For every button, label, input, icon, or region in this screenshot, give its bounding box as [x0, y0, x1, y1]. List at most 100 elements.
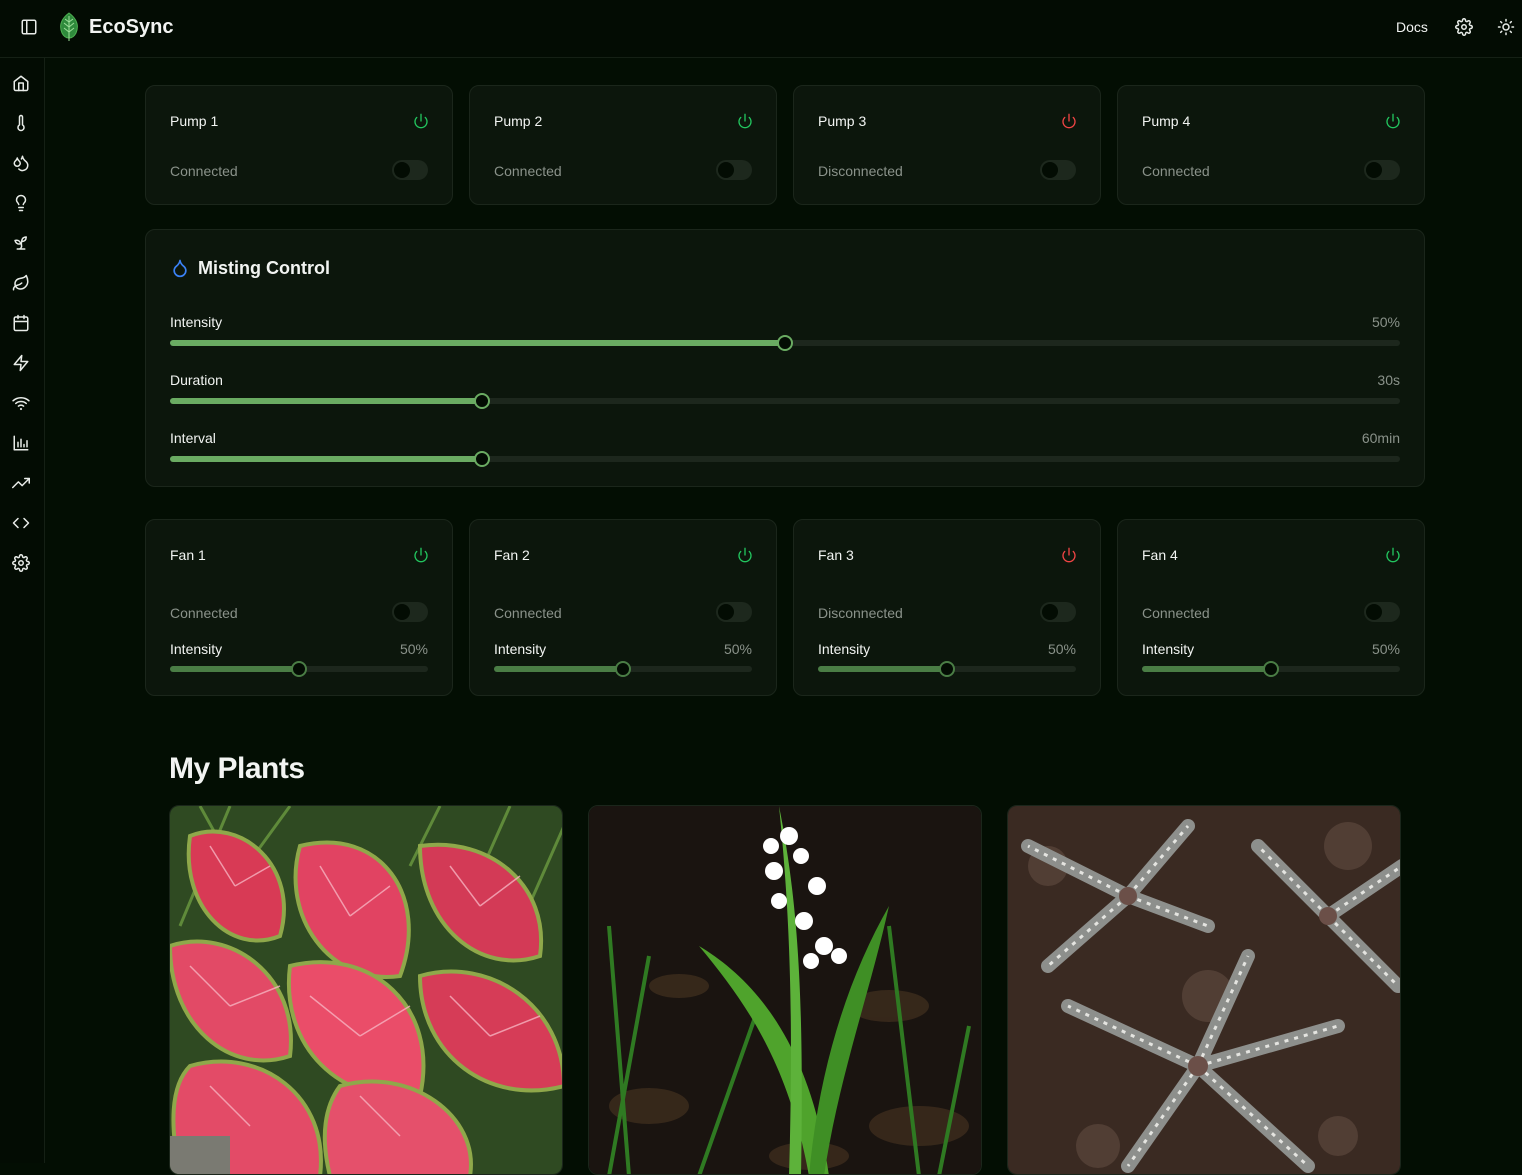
slider-thumb[interactable] — [939, 661, 955, 677]
slider-fill — [170, 340, 785, 346]
slider-track[interactable] — [170, 451, 1400, 467]
sidebar-nav — [0, 58, 45, 1163]
power-icon[interactable] — [737, 113, 753, 129]
fan-status: Disconnected — [818, 605, 903, 621]
plant-card[interactable] — [588, 805, 982, 1175]
leaf-icon[interactable] — [12, 274, 30, 292]
slider-value: 30s — [1377, 372, 1400, 388]
pump-toggle[interactable] — [392, 160, 428, 180]
slider-fill — [170, 666, 299, 672]
slider-track[interactable] — [170, 335, 1400, 351]
slider-fill — [494, 666, 623, 672]
toggle-knob — [718, 162, 734, 178]
slider-track[interactable] — [818, 661, 1076, 677]
slider-label: Intensity — [170, 314, 223, 330]
slider-value: 50% — [1371, 641, 1400, 657]
plant-card[interactable] — [169, 805, 563, 1175]
slider-fill — [818, 666, 947, 672]
fan-status: Connected — [170, 605, 238, 621]
sidebar-toggle-icon[interactable] — [20, 18, 38, 36]
plant-image-caladium — [170, 806, 562, 1174]
power-icon[interactable] — [1385, 113, 1401, 129]
slider-label: Intensity — [818, 641, 871, 657]
wifi-icon[interactable] — [12, 394, 30, 412]
pump-name: Pump 4 — [1142, 113, 1191, 129]
main-content: Pump 1 Connected Pump 2 Connected Pump 3… — [45, 58, 1522, 1175]
toggle-knob — [394, 604, 410, 620]
bar-chart-icon[interactable] — [12, 434, 30, 452]
slider-thumb[interactable] — [1263, 661, 1279, 677]
fan-name: Fan 3 — [818, 547, 854, 563]
fan-card: Fan 4 Connected Intensity 50% — [1117, 519, 1425, 696]
droplet-icon — [173, 259, 187, 278]
slider-track[interactable] — [494, 661, 752, 677]
fan-status: Connected — [494, 605, 562, 621]
pump-name: Pump 3 — [818, 113, 867, 129]
pump-status: Connected — [494, 163, 562, 179]
thermometer-icon[interactable] — [12, 114, 30, 132]
plants-section-title: My Plants — [169, 752, 305, 785]
plant-card[interactable] — [1007, 805, 1401, 1175]
toggle-knob — [1366, 162, 1382, 178]
fan-toggle[interactable] — [392, 602, 428, 622]
plant-image-cryptanthus — [1008, 806, 1400, 1174]
slider-value: 50% — [399, 641, 428, 657]
pump-toggle[interactable] — [1040, 160, 1076, 180]
misting-control-card: Misting Control Intensity 50% Duration 3… — [145, 229, 1425, 487]
slider-label: Intensity — [170, 641, 223, 657]
pump-status: Disconnected — [818, 163, 903, 179]
fan-status: Connected — [1142, 605, 1210, 621]
zap-icon[interactable] — [12, 354, 30, 372]
toggle-knob — [1042, 604, 1058, 620]
slider-label: Intensity — [1142, 641, 1195, 657]
app-title: EcoSync — [89, 16, 174, 38]
trending-up-icon[interactable] — [12, 474, 30, 492]
slider-fill — [170, 398, 483, 404]
slider-value: 50% — [723, 641, 752, 657]
slider-track[interactable] — [170, 661, 428, 677]
pump-card: Pump 4 Connected — [1117, 85, 1425, 205]
fan-card: Fan 2 Connected Intensity 50% — [469, 519, 777, 696]
fan-toggle[interactable] — [1040, 602, 1076, 622]
slider-track[interactable] — [1142, 661, 1400, 677]
slider-thumb[interactable] — [777, 335, 793, 351]
fan-name: Fan 2 — [494, 547, 530, 563]
pump-name: Pump 2 — [494, 113, 543, 129]
lightbulb-icon[interactable] — [12, 194, 30, 212]
home-icon[interactable] — [12, 74, 30, 92]
slider-track[interactable] — [170, 393, 1400, 409]
pump-toggle[interactable] — [1364, 160, 1400, 180]
power-icon[interactable] — [737, 547, 753, 563]
settings-icon[interactable] — [12, 554, 30, 572]
power-icon[interactable] — [413, 547, 429, 563]
fan-name: Fan 4 — [1142, 547, 1178, 563]
toggle-knob — [394, 162, 410, 178]
fan-name: Fan 1 — [170, 547, 206, 563]
pump-name: Pump 1 — [170, 113, 219, 129]
pump-toggle[interactable] — [716, 160, 752, 180]
settings-icon[interactable] — [1455, 18, 1473, 36]
power-icon[interactable] — [1061, 113, 1077, 129]
fan-card: Fan 3 Disconnected Intensity 50% — [793, 519, 1101, 696]
calendar-icon[interactable] — [12, 314, 30, 332]
slider-thumb[interactable] — [474, 451, 491, 467]
fan-toggle[interactable] — [716, 602, 752, 622]
droplets-icon[interactable] — [12, 154, 30, 172]
slider-thumb[interactable] — [291, 661, 307, 677]
slider-value: 50% — [1371, 314, 1400, 330]
code-icon[interactable] — [12, 514, 30, 532]
top-bar: EcoSync Docs — [0, 0, 1522, 58]
fan-toggle[interactable] — [1364, 602, 1400, 622]
slider-label: Interval — [170, 430, 216, 446]
docs-link[interactable]: Docs — [1396, 19, 1428, 35]
slider-fill — [1142, 666, 1271, 672]
power-icon[interactable] — [413, 113, 429, 129]
slider-thumb[interactable] — [474, 393, 491, 409]
pump-card: Pump 2 Connected — [469, 85, 777, 205]
power-icon[interactable] — [1385, 547, 1401, 563]
sun-icon[interactable] — [1497, 18, 1515, 36]
sprout-icon[interactable] — [12, 234, 30, 252]
power-icon[interactable] — [1061, 547, 1077, 563]
slider-thumb[interactable] — [615, 661, 631, 677]
pump-card: Pump 1 Connected — [145, 85, 453, 205]
